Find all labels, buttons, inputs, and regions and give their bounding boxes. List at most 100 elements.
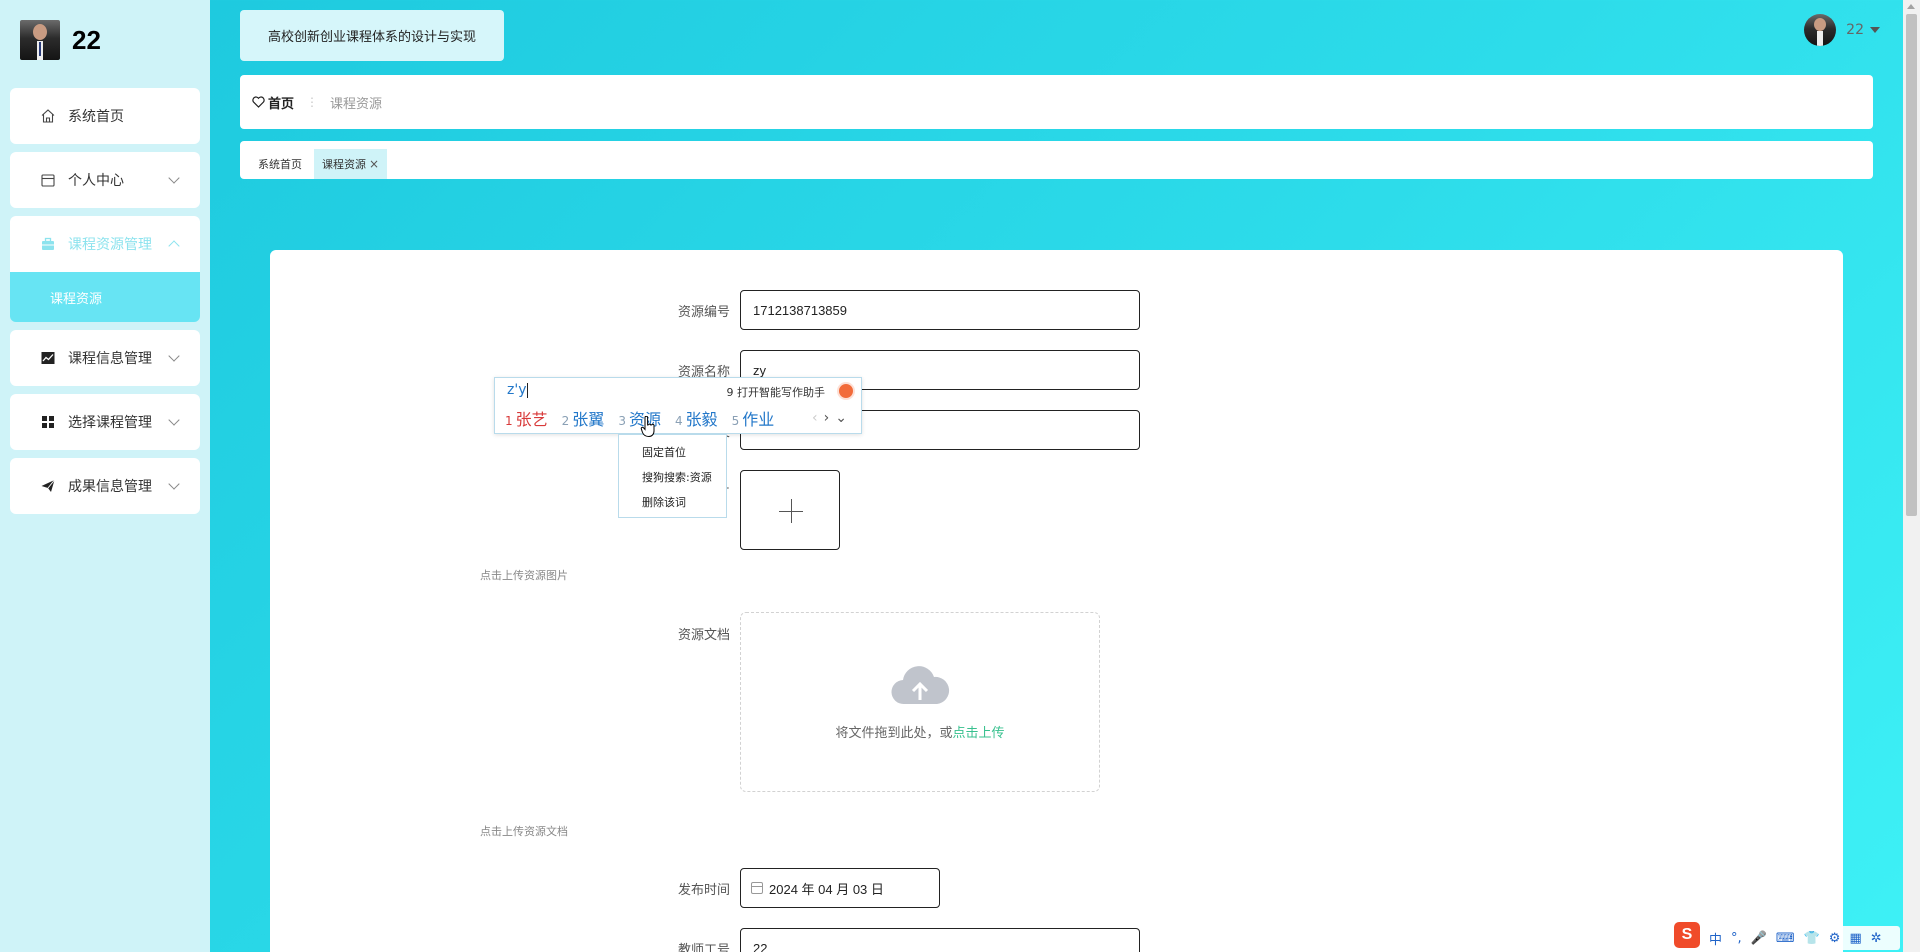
ime-candidate-num: 1	[505, 414, 513, 428]
document-drop-zone[interactable]: 将文件拖到此处，或点击上传	[740, 612, 1100, 792]
ime-candidate[interactable]: 4 张毅	[675, 406, 718, 430]
toolbox-icon[interactable]: ▦	[1849, 931, 1861, 946]
sidebar-item-label: 选择课程管理	[68, 415, 152, 431]
sidebar-item-course-info[interactable]: 课程信息管理	[10, 330, 200, 386]
chevron-up-icon	[168, 240, 180, 252]
ime-composition-text: z'y	[507, 382, 527, 398]
sogou-logo-icon[interactable]: S	[1674, 922, 1700, 948]
sidebar-item-label: 课程信息管理	[68, 351, 152, 367]
resource-doc-hint: 点击上传资源文档	[480, 825, 568, 838]
image-upload-button[interactable]	[740, 470, 840, 550]
tag-label: 系统首页	[258, 158, 302, 171]
hand-cursor-icon	[640, 416, 655, 438]
ime-toolbar: S 中 °, 🎤 ⌨ 👕 ⚙ ▦ ✲	[1670, 922, 1900, 950]
chevron-down-icon	[168, 478, 180, 490]
breadcrumb-separator: ⋮	[306, 95, 319, 109]
briefcase-icon	[40, 236, 56, 252]
sidebar-item-achievement-info[interactable]: 成果信息管理	[10, 458, 200, 514]
sidebar-item-label: 成果信息管理	[68, 479, 152, 495]
chart-icon	[40, 350, 56, 366]
microphone-icon[interactable]: 🎤	[1751, 931, 1767, 946]
resource-form-card: 资源编号 1712138713859 资源名称 zy 资源分类 资源图片 点击上…	[270, 250, 1843, 952]
chevron-down-icon	[168, 350, 180, 362]
tag-course-resource[interactable]: 课程资源 ×	[314, 149, 388, 179]
click-upload-link[interactable]: 点击上传	[953, 726, 1005, 741]
sidebar-item-home[interactable]: 系统首页	[10, 88, 200, 144]
calendar-icon	[40, 172, 56, 188]
resource-no-value: 1712138713859	[753, 302, 847, 318]
caret-down-icon	[1870, 27, 1880, 33]
ime-page-nav: ‹›⌄	[812, 410, 853, 426]
tag-label: 课程资源	[322, 158, 366, 171]
sidebar-item-resource-management[interactable]: 课程资源管理	[10, 216, 200, 272]
resource-no-label: 资源编号	[677, 304, 730, 320]
ime-candidate-num: 3	[618, 414, 626, 428]
heart-icon	[252, 96, 265, 108]
sidebar-subitem-label: 课程资源	[50, 291, 103, 307]
ime-candidate-text: 作业	[742, 410, 775, 429]
sidebar-item-label: 课程资源管理	[68, 237, 152, 253]
scrollbar-thumb[interactable]	[1906, 14, 1917, 516]
scroll-up-arrow-icon[interactable]	[1907, 4, 1915, 9]
paper-plane-icon	[40, 478, 56, 494]
ime-candidate-num: 2	[561, 414, 570, 428]
ime-chinese-mode[interactable]: 中	[1709, 929, 1722, 948]
chevron-right-icon[interactable]: ›	[824, 410, 836, 426]
sidebar-item-personal-center[interactable]: 个人中心	[10, 152, 200, 208]
form-row-teacher-id: 教师工号 22	[270, 928, 1140, 952]
sidebar-subitem-course-resource[interactable]: 课程资源	[10, 272, 200, 322]
sidebar-username: 22	[72, 24, 101, 55]
ime-candidate[interactable]: 1 张艺	[505, 406, 548, 430]
breadcrumb: 首页 ⋮ 课程资源	[240, 75, 1873, 129]
chevron-down-icon[interactable]: ⌄	[835, 410, 853, 426]
ime-candidate[interactable]: 5 作业	[732, 406, 775, 430]
chevron-left-icon[interactable]: ‹	[812, 410, 824, 426]
ime-menu-sogou-search[interactable]: 搜狗搜索:资源	[642, 468, 726, 493]
system-title: 高校创新创业课程体系的设计与实现	[240, 10, 504, 61]
tags-view: 系统首页 课程资源 ×	[240, 141, 1873, 179]
ime-punctuation-icon[interactable]: °,	[1731, 931, 1742, 946]
resource-no-input[interactable]: 1712138713859	[740, 290, 1140, 330]
home-icon	[40, 108, 56, 124]
publish-date-value: 2024 年 04 月 03 日	[769, 881, 884, 897]
ime-menu-pin-first[interactable]: 固定首位	[642, 443, 726, 468]
ime-candidate[interactable]: 2 张翼	[562, 406, 605, 430]
ime-assistant-icon[interactable]	[837, 382, 855, 400]
ime-menu-delete-word[interactable]: 删除该词	[642, 493, 726, 518]
drop-text-label: 将文件拖到此处，或	[835, 725, 953, 741]
form-row-resource-no: 资源编号 1712138713859	[270, 290, 1140, 330]
teacher-id-value: 22	[753, 940, 768, 952]
form-row-resource-image: 资源图片	[270, 470, 840, 550]
breadcrumb-home-label: 首页	[268, 96, 295, 112]
top-user-menu[interactable]: 22	[1804, 14, 1880, 46]
ime-writing-assistant[interactable]: 9 打开智能写作助手	[727, 384, 826, 400]
page-scrollbar[interactable]	[1903, 0, 1920, 952]
ime-candidate-num: 5	[731, 414, 740, 428]
chevron-down-icon	[168, 414, 180, 426]
form-row-publish-time: 发布时间 2024 年 04 月 03 日	[270, 868, 940, 908]
publish-time-label: 发布时间	[677, 882, 730, 898]
sidebar-group-resource: 课程资源管理 课程资源	[10, 216, 200, 322]
ime-candidate-text: 张毅	[685, 410, 718, 429]
resource-image-hint: 点击上传资源图片	[480, 569, 568, 582]
ime-composition: z'y	[507, 382, 529, 398]
resource-name-value: zy	[753, 362, 766, 378]
cloud-upload-icon	[890, 664, 950, 712]
sidebar-user: 22	[20, 20, 101, 60]
settings-icon[interactable]: ⚙	[1829, 931, 1841, 946]
calendar-icon	[751, 882, 763, 894]
publish-date-picker[interactable]: 2024 年 04 月 03 日	[740, 868, 940, 908]
skin-icon[interactable]: 👕	[1804, 931, 1820, 946]
ime-candidate-num: 4	[674, 414, 683, 428]
teacher-id-input[interactable]: 22	[740, 928, 1140, 952]
avatar	[1804, 14, 1837, 46]
sidebar-item-label: 系统首页	[68, 109, 124, 125]
ime-candidate-text: 张艺	[515, 410, 548, 429]
close-icon[interactable]: ×	[369, 157, 379, 171]
teacher-id-label: 教师工号	[677, 942, 730, 952]
sidebar-item-course-selection[interactable]: 选择课程管理	[10, 394, 200, 450]
tag-home[interactable]: 系统首页	[258, 149, 302, 179]
breadcrumb-home[interactable]: 首页	[252, 93, 294, 112]
keyboard-icon[interactable]: ⌨	[1776, 931, 1795, 946]
more-icon[interactable]: ✲	[1871, 931, 1882, 946]
